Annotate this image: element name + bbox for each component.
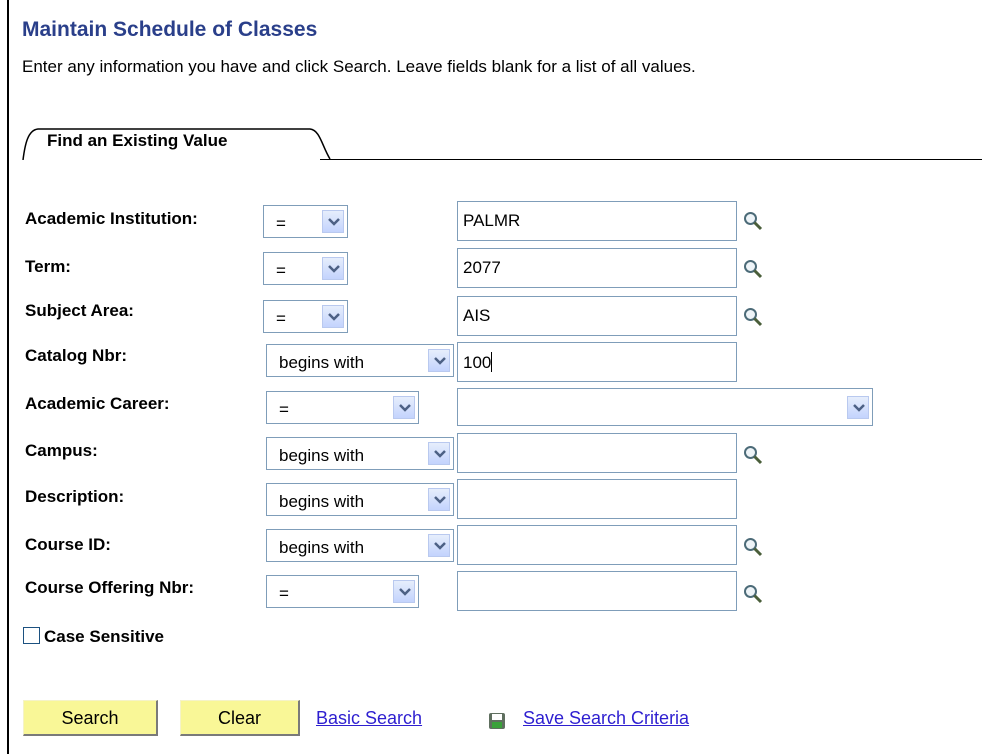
- tab-baseline: [320, 159, 982, 160]
- basic-search-link[interactable]: Basic Search: [316, 708, 422, 729]
- magnifier-icon[interactable]: [742, 210, 764, 232]
- chevron-down-icon[interactable]: [428, 349, 450, 372]
- operator-select-course-id[interactable]: begins with: [266, 529, 454, 562]
- input-value: PALMR: [463, 211, 521, 230]
- operator-select-campus[interactable]: begins with: [266, 437, 454, 470]
- operator-value: =: [276, 309, 286, 328]
- operator-select-academic-institution[interactable]: =: [263, 205, 348, 238]
- search-button[interactable]: Search: [23, 700, 158, 736]
- chevron-down-icon[interactable]: [322, 305, 344, 328]
- chevron-down-icon[interactable]: [393, 580, 415, 603]
- chevron-down-icon[interactable]: [428, 442, 450, 465]
- chevron-down-icon[interactable]: [847, 396, 869, 419]
- label-description: Description:: [25, 487, 125, 506]
- input-value: 2077: [463, 258, 501, 277]
- save-icon[interactable]: [487, 711, 507, 731]
- label-subject-area: Subject Area:: [25, 301, 134, 320]
- operator-value: begins with: [279, 446, 365, 465]
- label-course-id: Course ID:: [25, 535, 111, 554]
- select-academic-career[interactable]: [457, 388, 873, 426]
- magnifier-icon[interactable]: [742, 583, 764, 605]
- operator-select-academic-career[interactable]: =: [266, 391, 419, 424]
- input-course-offering-nbr[interactable]: [457, 571, 737, 611]
- operator-value: =: [276, 214, 286, 233]
- operator-select-course-offering-nbr[interactable]: =: [266, 575, 419, 608]
- chevron-down-icon[interactable]: [322, 257, 344, 280]
- input-course-id[interactable]: [457, 525, 737, 565]
- magnifier-icon[interactable]: [742, 444, 764, 466]
- magnifier-icon[interactable]: [742, 306, 764, 328]
- clear-button[interactable]: Clear: [180, 700, 300, 736]
- operator-select-subject-area[interactable]: =: [263, 300, 348, 333]
- page-title: Maintain Schedule of Classes: [22, 18, 318, 41]
- input-value: 100: [463, 353, 492, 372]
- input-value: AIS: [463, 306, 491, 325]
- input-academic-institution[interactable]: PALMR: [457, 201, 737, 241]
- label-course-offering-nbr: Course Offering Nbr:: [25, 578, 195, 597]
- input-value-wrap: 100: [463, 352, 493, 373]
- chevron-down-icon[interactable]: [393, 396, 415, 419]
- page-instructions: Enter any information you have and click…: [22, 57, 696, 76]
- save-search-criteria-link[interactable]: Save Search Criteria: [523, 708, 689, 729]
- text-caret: [491, 352, 493, 372]
- input-campus[interactable]: [457, 433, 737, 473]
- chevron-down-icon[interactable]: [322, 210, 344, 233]
- operator-value: begins with: [279, 353, 365, 372]
- input-subject-area[interactable]: AIS: [457, 296, 737, 336]
- operator-value: begins with: [279, 538, 365, 557]
- label-academic-institution: Academic Institution:: [25, 209, 198, 228]
- tab-find-existing-value[interactable]: Find an Existing Value: [22, 124, 332, 160]
- operator-select-catalog-nbr[interactable]: begins with: [266, 344, 454, 377]
- operator-value: =: [279, 584, 289, 603]
- operator-value: =: [279, 400, 289, 419]
- case-sensitive-checkbox[interactable]: [23, 627, 40, 644]
- input-term[interactable]: 2077: [457, 248, 737, 288]
- operator-value: begins with: [279, 492, 365, 511]
- label-campus: Campus:: [25, 441, 98, 460]
- magnifier-icon[interactable]: [742, 258, 764, 280]
- label-academic-career: Academic Career:: [25, 394, 170, 413]
- tab-label: Find an Existing Value: [47, 131, 228, 150]
- input-catalog-nbr[interactable]: 100: [457, 342, 737, 382]
- operator-select-term[interactable]: =: [263, 252, 348, 285]
- input-description[interactable]: [457, 479, 737, 519]
- operator-select-description[interactable]: begins with: [266, 483, 454, 516]
- operator-value: =: [276, 261, 286, 280]
- chevron-down-icon[interactable]: [428, 534, 450, 557]
- label-catalog-nbr: Catalog Nbr:: [25, 346, 127, 365]
- chevron-down-icon[interactable]: [428, 488, 450, 511]
- label-term: Term:: [25, 257, 71, 276]
- window-left-border: [7, 0, 9, 754]
- magnifier-icon[interactable]: [742, 536, 764, 558]
- case-sensitive-label[interactable]: Case Sensitive: [44, 627, 164, 647]
